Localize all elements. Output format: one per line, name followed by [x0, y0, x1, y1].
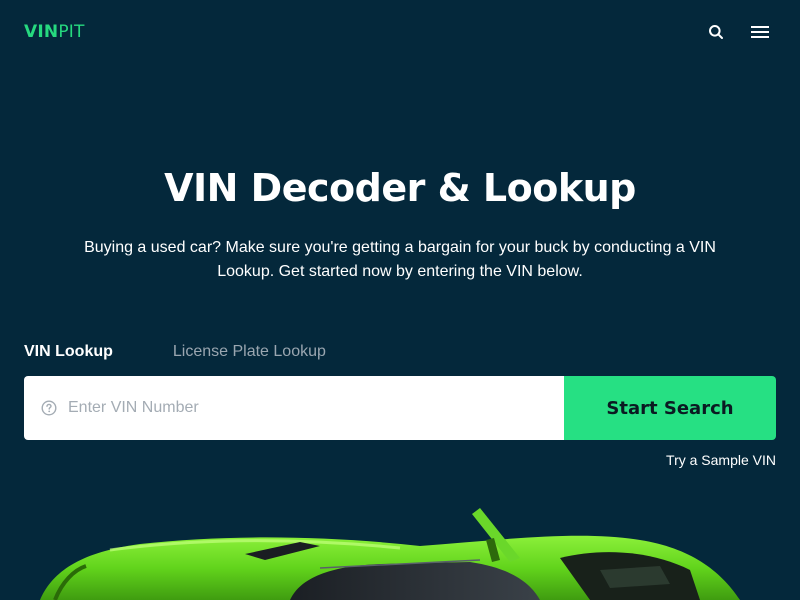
vin-search-form: Start Search: [24, 376, 776, 440]
menu-button[interactable]: [750, 22, 770, 42]
tab-vin-lookup[interactable]: VIN Lookup: [24, 340, 113, 366]
logo-text-light: PIT: [58, 22, 85, 42]
question-circle-icon[interactable]: [41, 400, 57, 416]
top-nav: VINPIT: [0, 0, 800, 64]
hero-subtitle: Buying a used car? Make sure you're gett…: [84, 239, 716, 280]
hamburger-menu-icon: [751, 26, 769, 38]
page-title: VIN Decoder & Lookup: [164, 166, 636, 210]
vin-input-wrapper: [24, 376, 564, 440]
page: VINPIT VIN Decoder & Lookup Buying a use…: [0, 0, 800, 600]
try-sample-vin-link[interactable]: Try a Sample VIN: [666, 450, 776, 470]
tab-license-plate-lookup[interactable]: License Plate Lookup: [173, 340, 326, 366]
logo[interactable]: VINPIT: [24, 22, 85, 42]
vin-input[interactable]: [68, 376, 548, 440]
sports-car-image: [40, 508, 740, 600]
lookup-tabs: VIN Lookup License Plate Lookup: [24, 340, 326, 366]
start-search-button[interactable]: Start Search: [564, 376, 776, 440]
logo-text-strong: VIN: [24, 22, 59, 42]
search-button[interactable]: [706, 22, 726, 42]
search-icon: [709, 25, 723, 39]
